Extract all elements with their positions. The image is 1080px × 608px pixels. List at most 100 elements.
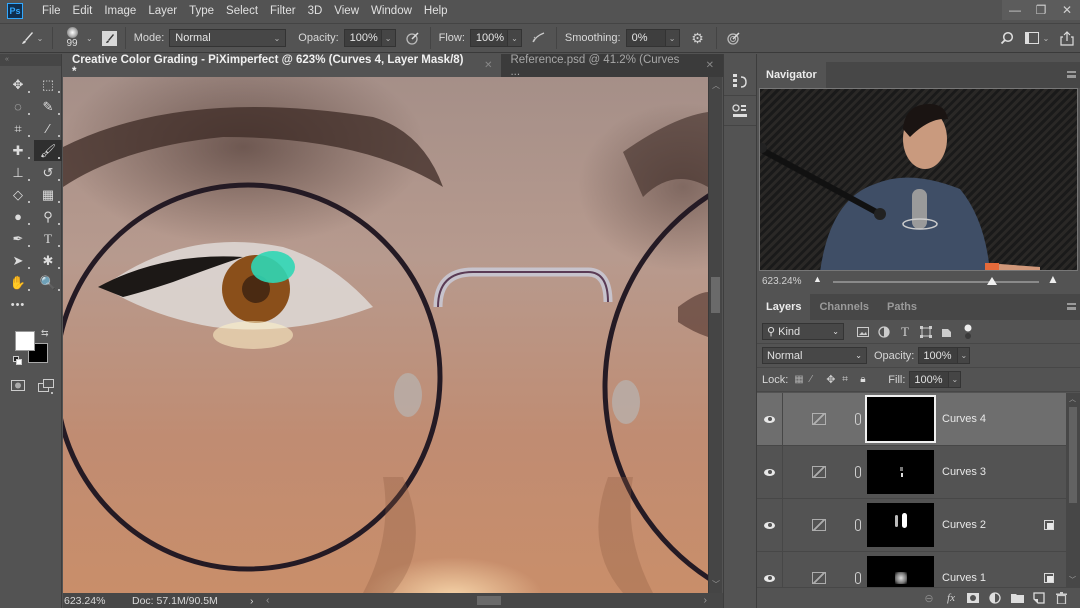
opacity-input[interactable]: 100% (343, 29, 382, 47)
lasso-tool[interactable]: ◌ (4, 96, 32, 117)
menu-type[interactable]: Type (183, 5, 220, 17)
menu-window[interactable]: Window (365, 5, 418, 17)
collapse-toolbar-button[interactable]: « (0, 54, 61, 66)
brush-tool[interactable]: 🖌 (34, 140, 62, 161)
navigator-zoom-slider[interactable] (833, 277, 1039, 285)
close-window-button[interactable]: ✕ (1054, 0, 1080, 20)
restore-button[interactable]: ❐ (1028, 0, 1054, 20)
airbrush-toggle[interactable] (530, 31, 548, 45)
canvas-horizontal-scrollbar[interactable]: ‹ › (260, 593, 723, 608)
search-button[interactable] (994, 31, 1020, 45)
minimize-button[interactable]: — (1002, 0, 1028, 20)
filter-shape-layers[interactable] (919, 325, 933, 339)
visibility-toggle[interactable] (757, 393, 783, 445)
move-tool[interactable]: ✥ (4, 74, 32, 95)
scroll-down-icon[interactable]: ﹀ (1069, 575, 1076, 585)
tab-layers[interactable]: Layers (757, 294, 811, 320)
zoom-out-icon[interactable]: ▲ (813, 274, 822, 284)
layer-mask-thumbnail[interactable] (867, 503, 934, 547)
zoom-in-icon[interactable]: ▲ (1047, 272, 1059, 286)
visibility-toggle[interactable] (757, 499, 783, 551)
vertical-scroll-thumb[interactable] (711, 277, 720, 313)
menu-view[interactable]: View (328, 5, 365, 17)
panel-menu-icon[interactable] (1067, 303, 1076, 310)
navigator-zoom-thumb[interactable] (986, 277, 997, 285)
type-tool[interactable]: T (34, 228, 62, 249)
smoothing-dropdown[interactable]: ⌄ (665, 29, 680, 47)
brush-size-picker[interactable]: 99 ⌄ (61, 27, 93, 49)
properties-panel-button[interactable] (724, 96, 756, 126)
default-colors-icon[interactable] (13, 356, 22, 365)
scroll-up-icon[interactable]: ︿ (712, 80, 720, 91)
add-layer-style-button[interactable]: fx (940, 592, 962, 604)
foreground-color-swatch[interactable] (15, 331, 35, 351)
pressure-opacity-toggle[interactable] (404, 31, 422, 45)
navigator-zoom-value[interactable]: 623.24% (762, 276, 801, 287)
tab-paths[interactable]: Paths (878, 294, 926, 320)
lock-image-pixels-icon[interactable]: ⁄ (810, 374, 826, 385)
curves-adjustment-icon[interactable] (812, 572, 826, 584)
layer-row[interactable]: Curves 1 (757, 552, 1066, 587)
link-chain-icon[interactable] (855, 572, 861, 584)
document-tab-reference[interactable]: Reference.psd @ 41.2% (Curves ... ✕ (501, 54, 723, 78)
new-layer-button[interactable] (1028, 592, 1050, 604)
layer-name[interactable]: Curves 2 (942, 519, 986, 531)
lock-position-icon[interactable]: ✥ (826, 373, 842, 386)
tab-channels[interactable]: Channels (810, 294, 878, 320)
link-layers-button[interactable]: ⊖ (918, 592, 940, 605)
workspace-switcher[interactable]: ⌄ (1020, 32, 1054, 44)
layer-row[interactable]: Curves 4 (757, 393, 1066, 446)
menu-3d[interactable]: 3D (302, 5, 329, 17)
smoothing-options-button[interactable]: ⚙ (688, 30, 708, 47)
path-selection-tool[interactable]: ➤ (4, 250, 32, 271)
layer-name[interactable]: Curves 1 (942, 572, 986, 584)
history-panel-button[interactable] (724, 66, 756, 96)
visibility-toggle[interactable] (757, 446, 783, 498)
fill-dropdown[interactable]: ⌄ (949, 371, 962, 388)
swap-colors-icon[interactable]: ⇆ (41, 328, 49, 339)
scroll-right-icon[interactable]: › (704, 594, 708, 606)
dodge-tool[interactable]: ⚲ (34, 206, 62, 227)
curves-adjustment-icon[interactable] (812, 466, 826, 478)
new-group-button[interactable] (1006, 593, 1028, 603)
quick-mask-button[interactable] (9, 375, 27, 396)
visibility-toggle[interactable] (757, 552, 783, 587)
eraser-tool[interactable]: ◇ (4, 184, 32, 205)
layer-mask-thumbnail[interactable] (867, 450, 934, 494)
menu-select[interactable]: Select (220, 5, 264, 17)
add-mask-button[interactable] (962, 593, 984, 603)
scroll-down-icon[interactable]: ﹀ (712, 579, 720, 590)
scroll-left-icon[interactable]: ‹ (266, 594, 270, 606)
layer-name[interactable]: Curves 3 (942, 466, 986, 478)
layer-row[interactable]: Curves 3 (757, 446, 1066, 499)
opacity-dropdown[interactable]: ⌄ (381, 29, 396, 47)
history-brush-tool[interactable]: ↺ (34, 162, 62, 183)
flow-input[interactable]: 100% (469, 29, 508, 47)
layer-row[interactable]: Curves 2 (757, 499, 1066, 552)
lock-artboard-icon[interactable]: ⌗ (842, 374, 860, 385)
layer-opacity-dropdown[interactable]: ⌄ (958, 347, 971, 364)
screen-mode-button[interactable] (37, 375, 55, 396)
hand-tool[interactable]: ✋ (4, 272, 32, 293)
share-button[interactable] (1054, 30, 1080, 46)
navigator-preview[interactable] (759, 88, 1078, 271)
mode-select[interactable]: Normal ⌄ (169, 29, 287, 47)
crop-tool[interactable]: ⌗ (4, 118, 32, 139)
zoom-tool[interactable]: 🔍 (34, 272, 62, 293)
menu-layer[interactable]: Layer (142, 5, 183, 17)
menu-filter[interactable]: Filter (264, 5, 302, 17)
pen-tool[interactable]: ✒ (4, 228, 32, 249)
layers-scrollbar[interactable]: ︿ ﹀ (1066, 393, 1080, 587)
marquee-tool[interactable]: ⬚ (34, 74, 62, 95)
curves-adjustment-icon[interactable] (812, 413, 826, 425)
new-adjustment-layer-button[interactable] (984, 592, 1006, 604)
smoothing-input[interactable]: 0% (625, 29, 666, 47)
layer-filter-kind[interactable]: ⚲ Kind ⌄ (762, 323, 844, 340)
curves-adjustment-icon[interactable] (812, 519, 826, 531)
menu-help[interactable]: Help (418, 5, 454, 17)
tab-navigator[interactable]: Navigator (757, 62, 826, 88)
delete-layer-button[interactable] (1050, 592, 1072, 604)
brush-settings-toggle[interactable] (101, 30, 117, 46)
filter-type-layers[interactable]: T (898, 324, 912, 339)
document-tab-active[interactable]: Creative Color Grading - PiXimperfect @ … (63, 54, 502, 78)
